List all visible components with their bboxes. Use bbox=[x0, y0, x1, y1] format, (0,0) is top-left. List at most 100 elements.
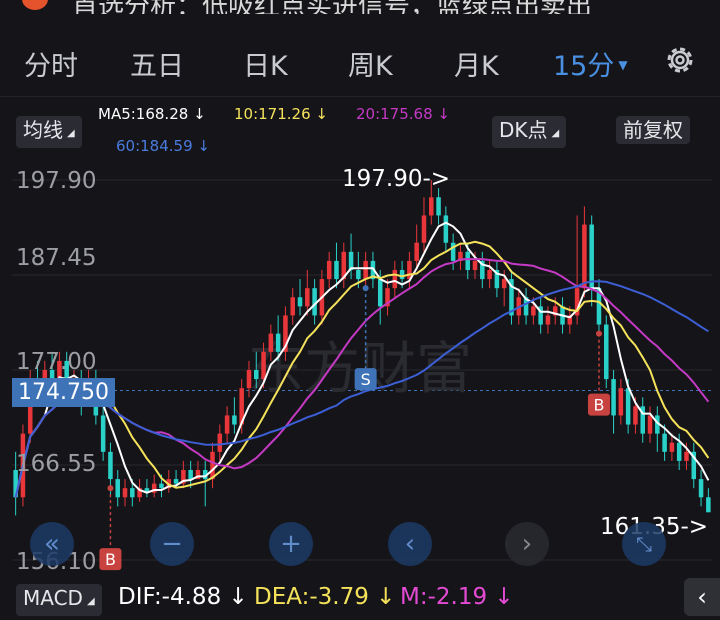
candle-body bbox=[531, 306, 536, 316]
candle-body bbox=[224, 415, 230, 434]
ma-selector-label: 均线 bbox=[23, 118, 63, 142]
candlestick-chart[interactable]: 东方财富BSB 197.90 187.45 177.00 166.55 156.… bbox=[0, 160, 720, 580]
candle-body bbox=[297, 297, 303, 307]
scroll-right-button[interactable]: › bbox=[505, 522, 549, 566]
ma5-value: MA5:168.28 ↓ bbox=[98, 105, 206, 123]
adjust-toggle[interactable]: 前复权 bbox=[616, 116, 690, 144]
macd-selector[interactable]: MACD ◢ bbox=[16, 584, 102, 616]
scroll-left-button[interactable]: ‹ bbox=[388, 522, 432, 566]
candle-body bbox=[436, 197, 441, 216]
candle-body bbox=[429, 197, 434, 216]
candle-body bbox=[676, 442, 682, 461]
signal-marker-dot bbox=[362, 285, 369, 292]
dropdown-triangle-icon: ◢ bbox=[86, 596, 95, 607]
current-price-label: 174.750 bbox=[12, 378, 115, 407]
ma60-value: 60:184.59 ↓ bbox=[116, 137, 210, 155]
candle-body bbox=[115, 479, 120, 498]
dk-selector-label: DK点 bbox=[499, 118, 548, 142]
ma20-value: 20:175.68 ↓ bbox=[356, 105, 450, 123]
plus-icon: + bbox=[280, 529, 302, 559]
candle-body bbox=[261, 351, 266, 380]
candle-body bbox=[633, 406, 638, 425]
tabs-divider bbox=[0, 96, 720, 97]
candle-body bbox=[122, 488, 128, 498]
scroll-left-fast-button[interactable]: « bbox=[30, 522, 74, 566]
candle-body bbox=[421, 215, 427, 243]
dk-selector[interactable]: DK点 ◢ bbox=[492, 116, 567, 148]
minus-icon: − bbox=[161, 529, 183, 559]
dropdown-triangle-icon: ▼ bbox=[618, 58, 628, 72]
candle-body bbox=[604, 324, 609, 380]
signal-marker-text: S bbox=[361, 370, 371, 389]
ma10-value: 10:171.26 ↓ bbox=[234, 105, 328, 123]
tab-five-day[interactable]: 五日 bbox=[130, 44, 184, 83]
tab-15min[interactable]: 15分 ▼ bbox=[553, 44, 628, 83]
candle-body bbox=[232, 415, 237, 425]
candle-body bbox=[173, 479, 179, 484]
chevron-left-icon: ‹ bbox=[404, 529, 416, 559]
candle-body bbox=[356, 270, 361, 280]
candle-body bbox=[290, 297, 295, 316]
candle-body bbox=[625, 388, 631, 425]
dropdown-triangle-icon: ◢ bbox=[551, 128, 560, 139]
app-logo-icon bbox=[22, 0, 48, 10]
candle-body bbox=[217, 433, 223, 452]
signal-marker-text: B bbox=[593, 396, 604, 415]
gear-icon[interactable] bbox=[662, 42, 698, 78]
chevron-right-icon: › bbox=[521, 529, 533, 559]
dif-value: DIF:-4.88 ↓ bbox=[118, 584, 248, 610]
collapse-panel-button[interactable]: ‹ bbox=[684, 578, 720, 616]
tab-intraday[interactable]: 分时 bbox=[24, 44, 78, 83]
expand-icon: ⤡ bbox=[636, 532, 652, 556]
macd-selector-label: MACD bbox=[23, 586, 83, 610]
candle-body bbox=[108, 451, 113, 480]
candle-body bbox=[618, 388, 624, 416]
candle-body bbox=[647, 415, 653, 434]
candle-body bbox=[334, 260, 339, 280]
candle-body bbox=[305, 288, 310, 307]
candle-body bbox=[472, 260, 478, 270]
tab-weekly-k[interactable]: 周K bbox=[348, 44, 393, 83]
candle-body bbox=[465, 251, 470, 270]
chevron-left-icon: ‹ bbox=[697, 583, 707, 611]
double-left-chevron-icon: « bbox=[44, 529, 60, 559]
zoom-in-button[interactable]: + bbox=[269, 522, 313, 566]
ma-selector[interactable]: 均线 ◢ bbox=[16, 116, 82, 148]
zoom-out-button[interactable]: − bbox=[150, 522, 194, 566]
page-title: 首选分析：低吸红点买进信号，蓝绿点出卖出 bbox=[72, 0, 592, 14]
y-tick-label: 187.45 bbox=[16, 245, 97, 271]
y-tick-label: 197.90 bbox=[16, 168, 97, 194]
tab-15min-label: 15分 bbox=[553, 51, 615, 82]
y-tick-label: 177.00 bbox=[16, 349, 97, 375]
signal-marker-dot bbox=[595, 330, 602, 337]
candle-body bbox=[669, 442, 675, 452]
candle-body bbox=[275, 333, 281, 352]
candle-body bbox=[487, 270, 492, 280]
candle-body bbox=[246, 370, 252, 389]
candle-body bbox=[159, 483, 164, 489]
candle-body bbox=[545, 315, 551, 325]
candle-body bbox=[326, 260, 332, 280]
candle-body bbox=[210, 451, 215, 480]
candle-body bbox=[582, 224, 587, 289]
m-value: M:-2.19 ↓ bbox=[400, 584, 514, 610]
dea-value: DEA:-3.79 ↓ bbox=[254, 584, 396, 610]
signal-marker-text: B bbox=[105, 550, 116, 569]
candle-body bbox=[130, 488, 135, 498]
candle-body bbox=[254, 370, 259, 380]
candle-body bbox=[100, 415, 106, 452]
candle-body bbox=[501, 279, 507, 289]
candle-body bbox=[399, 270, 405, 280]
candle-body bbox=[363, 260, 368, 280]
tab-daily-k[interactable]: 日K bbox=[243, 44, 288, 83]
header-bar: 首选分析：低吸红点买进信号，蓝绿点出卖出 bbox=[0, 0, 720, 14]
y-tick-label: 166.55 bbox=[16, 451, 97, 477]
fullscreen-button[interactable]: ⤡ bbox=[622, 522, 666, 566]
candle-body bbox=[684, 451, 689, 461]
candle-body bbox=[377, 279, 383, 307]
candle-body bbox=[188, 470, 193, 480]
candle-body bbox=[443, 215, 449, 243]
candle-body bbox=[706, 497, 711, 513]
tab-monthly-k[interactable]: 月K bbox=[454, 44, 499, 83]
candle-body bbox=[698, 479, 704, 498]
